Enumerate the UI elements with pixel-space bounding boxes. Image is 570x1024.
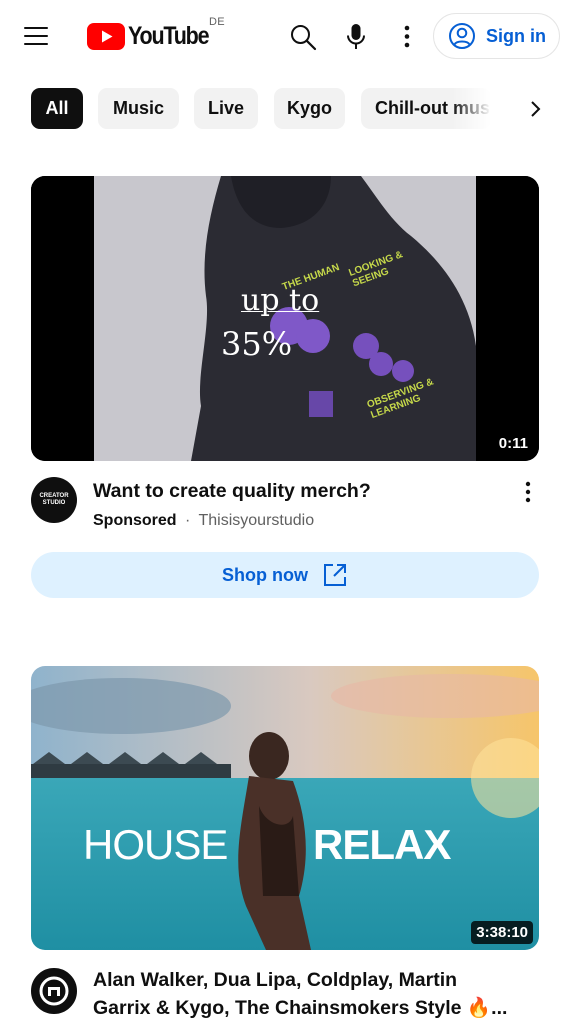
chip-live[interactable]: Live <box>194 88 258 129</box>
thumbnail-text-house: HOUSE <box>83 821 228 868</box>
channel-logo-icon <box>33 970 75 1012</box>
sponsored-label: Sponsored <box>93 512 177 529</box>
ad-thumbnail-image <box>31 176 539 461</box>
youtube-logo[interactable]: YouTube <box>87 21 221 51</box>
chip-all[interactable]: All <box>31 88 83 129</box>
sign-in-label: Sign in <box>486 25 546 46</box>
country-code: DE <box>209 16 225 28</box>
top-app-bar: YouTube DE Sign in <box>0 0 570 72</box>
video-title-line1: Alan Walker, Dua Lipa, Coldplay, Martin <box>93 969 458 991</box>
thumbnail-text-relax: RELAX <box>313 821 451 868</box>
advertiser-avatar-text: CREATOR STUDIO <box>39 493 69 506</box>
mic-icon <box>347 24 365 49</box>
ad-title[interactable]: Want to create quality merch? <box>93 477 371 505</box>
chip-kygo[interactable]: Kygo <box>274 88 345 129</box>
filter-chip-bar: All Music Live Kygo Chill-out mus <box>0 88 570 130</box>
chips-next-button[interactable] <box>520 88 550 129</box>
open-in-new-icon <box>323 564 346 586</box>
video-title-line2: Garrix & Kygo, The Chainsmokers Style 🔥.… <box>93 997 508 1019</box>
more-vert-icon <box>525 481 531 503</box>
channel-avatar[interactable] <box>31 968 77 1014</box>
advertiser-avatar[interactable]: CREATOR STUDIO <box>31 477 77 523</box>
duration-badge: 0:11 <box>493 432 533 455</box>
meta-separator: · <box>185 512 191 529</box>
account-circle-icon <box>449 23 475 49</box>
logo-wordmark: YouTube <box>128 21 210 50</box>
ad-metadata: Sponsored · Thisisyourstudio <box>93 512 314 530</box>
search-button[interactable] <box>288 22 318 52</box>
ad-menu-button[interactable] <box>516 479 540 505</box>
chip-chill-out-music[interactable]: Chill-out mus <box>361 88 491 129</box>
youtube-play-icon <box>87 22 125 50</box>
video-title[interactable]: Alan Walker, Dua Lipa, Coldplay, Martin … <box>93 966 513 1022</box>
chevron-right-icon <box>531 100 541 117</box>
chip-music[interactable]: Music <box>98 88 179 129</box>
menu-button[interactable] <box>22 24 50 48</box>
more-options-button[interactable] <box>396 22 418 52</box>
shop-now-label: Shop now <box>222 564 308 585</box>
voice-search-button[interactable] <box>342 22 370 52</box>
ad-thumbnail[interactable]: up to 35% LOOKING & SEEING THE HUMAN OBS… <box>31 176 539 461</box>
video-thumbnail[interactable]: HOUSE RELAX 3:38:10 <box>31 666 539 950</box>
video-thumbnail-image <box>31 666 539 950</box>
sign-in-button[interactable]: Sign in <box>433 13 560 59</box>
shop-now-button[interactable]: Shop now <box>31 552 539 598</box>
advertiser-name: Thisisyourstudio <box>198 512 315 529</box>
more-vert-icon <box>404 25 410 48</box>
search-icon <box>291 25 317 51</box>
ad-overlay-line2: 35% <box>221 325 293 363</box>
duration-badge: 3:38:10 <box>471 921 533 944</box>
ad-overlay-line1: up to <box>241 283 320 318</box>
